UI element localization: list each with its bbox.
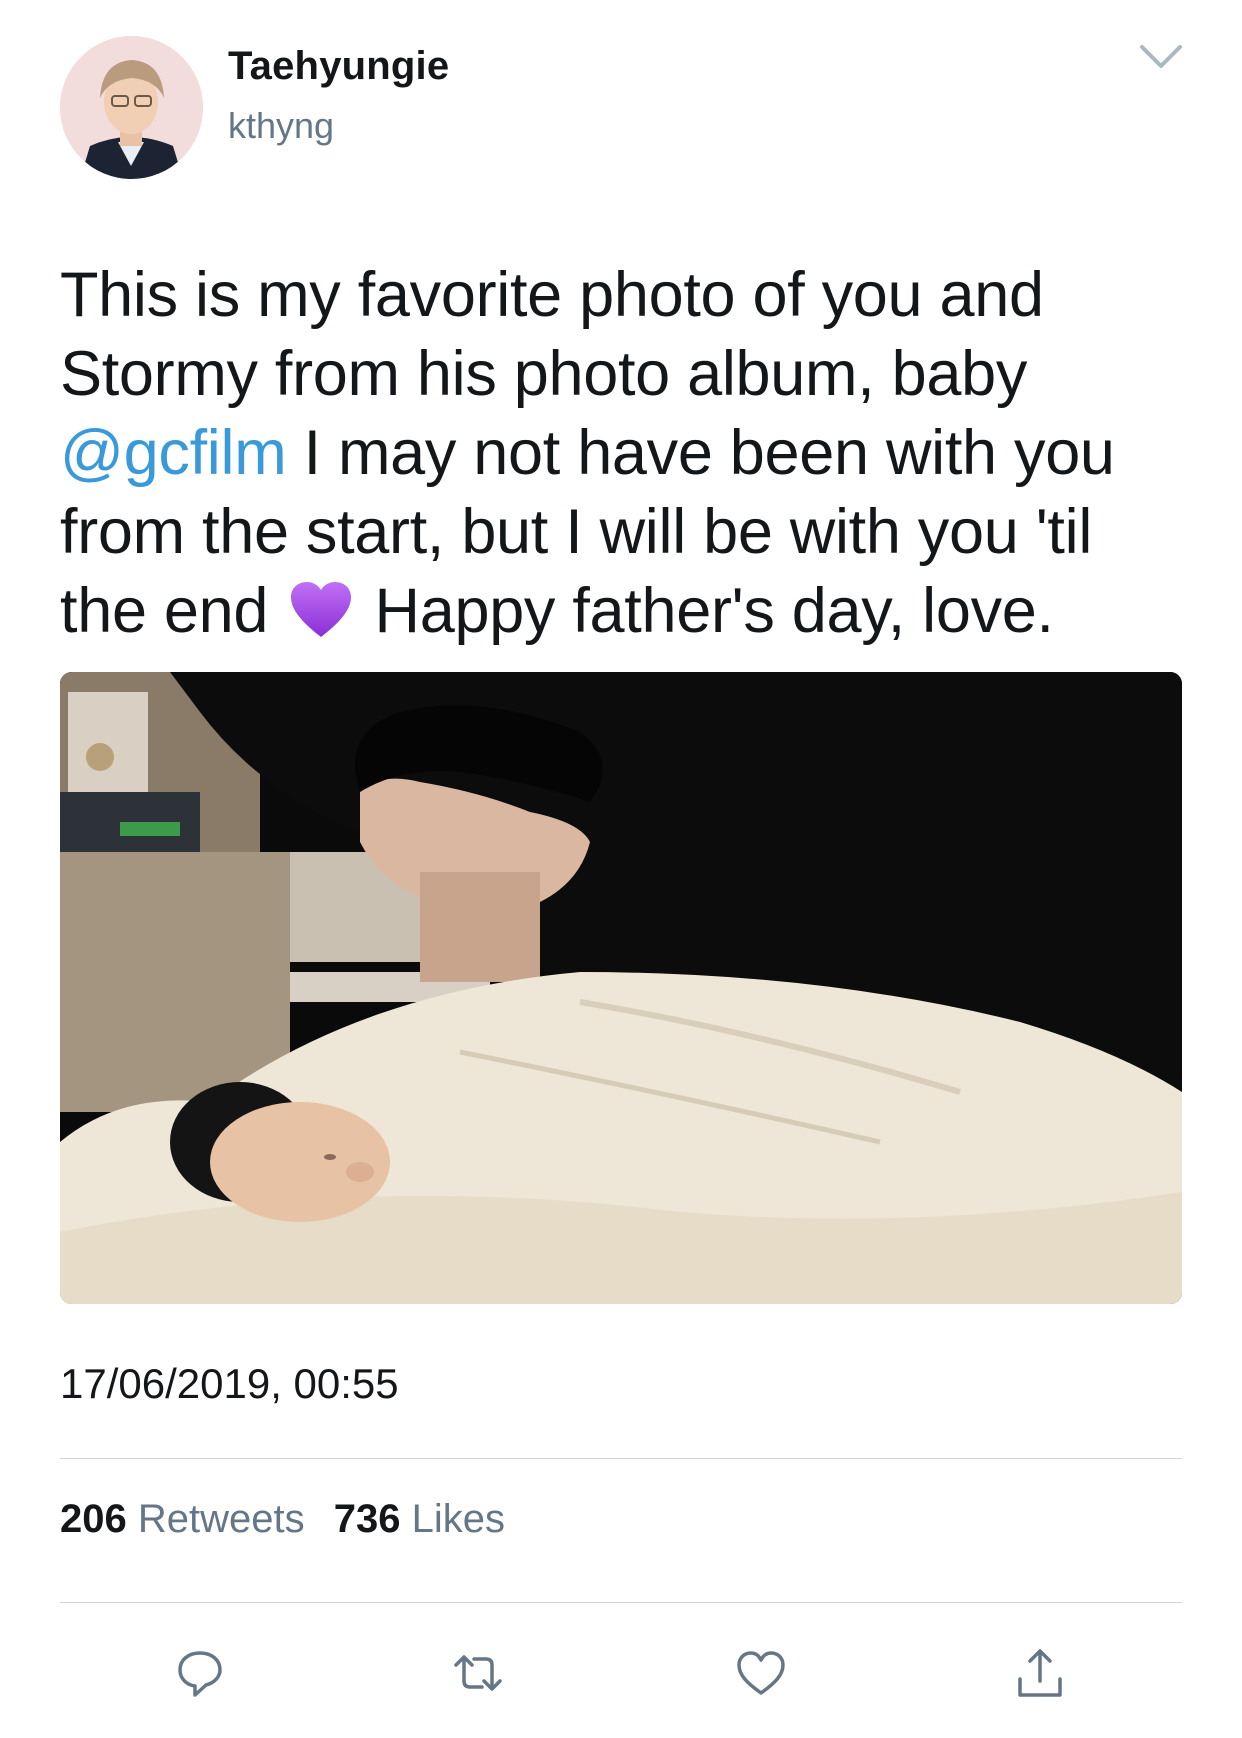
reply-icon[interactable] <box>170 1643 230 1703</box>
mention-link[interactable]: @gcfilm <box>60 418 287 488</box>
tweet-stats: 206 Retweets 736 Likes <box>60 1497 523 1542</box>
likes-stat[interactable]: 736 Likes <box>334 1497 505 1541</box>
tweet-text-part3: Happy father's day, love. <box>357 576 1055 646</box>
display-name[interactable]: Taehyungie <box>228 44 449 89</box>
user-handle[interactable]: kthyng <box>228 105 334 147</box>
chevron-down-icon[interactable] <box>1138 42 1184 72</box>
purple-heart-icon <box>289 580 353 640</box>
likes-label: Likes <box>411 1497 506 1541</box>
divider <box>60 1602 1182 1603</box>
heart-icon[interactable] <box>731 1643 791 1703</box>
likes-count: 736 <box>333 1497 401 1541</box>
share-icon[interactable] <box>1010 1643 1070 1703</box>
tweet-photo[interactable] <box>60 672 1182 1304</box>
divider <box>60 1458 1182 1459</box>
tweet-timestamp: 17/06/2019, 00:55 <box>60 1360 399 1407</box>
tweet-text: This is my favorite photo of you and Sto… <box>60 256 1190 651</box>
retweets-count: 206 <box>60 1497 127 1541</box>
avatar[interactable] <box>60 36 203 179</box>
retweets-stat[interactable]: 206 Retweets <box>60 1497 305 1541</box>
retweet-icon[interactable] <box>448 1643 508 1703</box>
tweet-text-part1: This is my favorite photo of you and Sto… <box>60 260 1044 409</box>
retweets-label: Retweets <box>137 1497 305 1541</box>
